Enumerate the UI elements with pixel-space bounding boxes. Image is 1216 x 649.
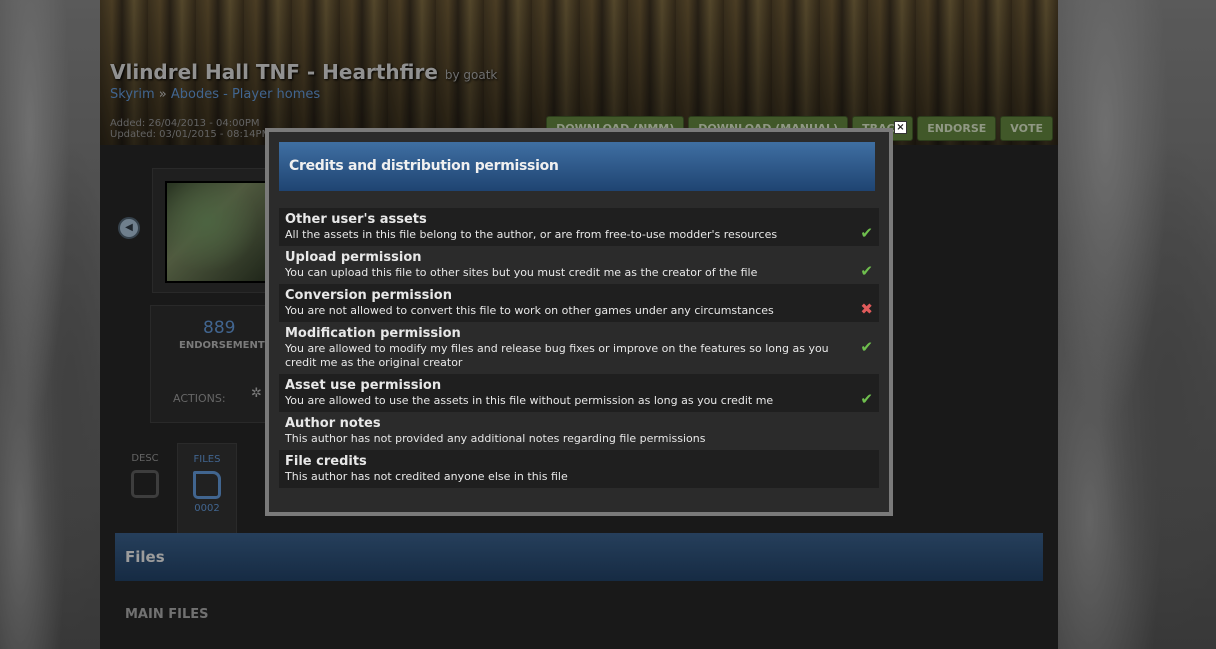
permission-title: Asset use permission <box>285 378 442 393</box>
permission-row: Modification permission You are allowed … <box>279 322 879 374</box>
cross-icon: ✖ <box>860 300 873 318</box>
modal-title: Credits and distribution permission <box>279 142 875 191</box>
permission-title: Modification permission <box>285 326 461 341</box>
permission-row: Asset use permission You are allowed to … <box>279 374 879 412</box>
permission-row: Author notes This author has not provide… <box>279 412 879 450</box>
permission-title: Other user's assets <box>285 212 427 227</box>
check-icon: ✔ <box>860 262 873 280</box>
permission-title: File credits <box>285 454 367 469</box>
permission-description: You are allowed to use the assets in thi… <box>285 394 774 407</box>
permission-row: Conversion permission You are not allowe… <box>279 284 879 322</box>
permission-title: Upload permission <box>285 250 422 265</box>
permission-description: This author has not provided any additio… <box>285 432 706 445</box>
permission-description: You are allowed to modify my files and r… <box>285 342 829 369</box>
check-icon: ✔ <box>860 338 873 356</box>
permissions-modal: × Credits and distribution permission Ot… <box>265 121 907 516</box>
check-icon: ✔ <box>860 224 873 242</box>
permission-row: File credits This author has not credite… <box>279 450 879 488</box>
permission-title: Conversion permission <box>285 288 452 303</box>
check-icon: ✔ <box>860 390 873 408</box>
permission-list: Other user's assets All the assets in th… <box>279 208 879 488</box>
permission-title: Author notes <box>285 416 381 431</box>
permission-description: All the assets in this file belong to th… <box>285 228 778 241</box>
permission-description: This author has not credited anyone else… <box>285 470 568 483</box>
permission-description: You are not allowed to convert this file… <box>285 304 774 317</box>
permission-row: Other user's assets All the assets in th… <box>279 208 879 246</box>
permission-row: Upload permission You can upload this fi… <box>279 246 879 284</box>
close-icon[interactable]: × <box>894 121 907 134</box>
permission-description: You can upload this file to other sites … <box>285 266 758 279</box>
